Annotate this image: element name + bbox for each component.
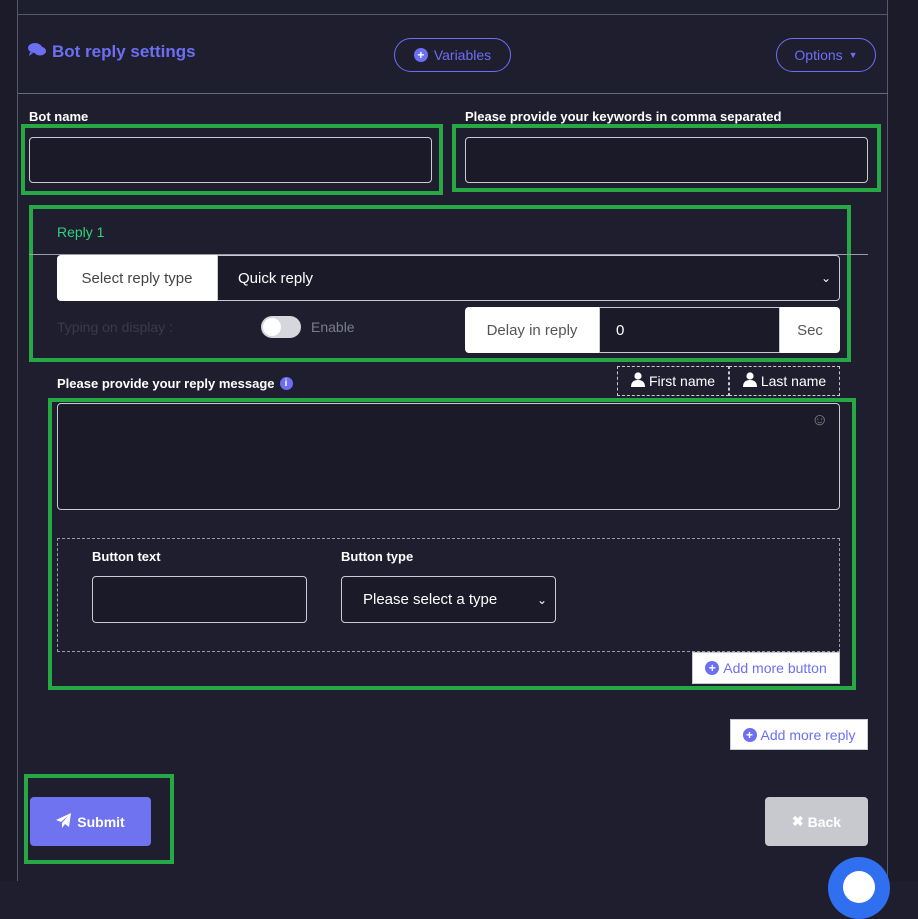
options-dropdown-button[interactable]: Options ▼ xyxy=(776,38,876,72)
first-name-label: First name xyxy=(648,373,716,389)
reply-type-value: Quick reply xyxy=(238,269,314,287)
submit-label: Submit xyxy=(77,813,125,830)
typing-toggle[interactable] xyxy=(261,316,301,338)
first-name-button[interactable]: First name xyxy=(617,366,729,396)
button-type-label: Button type xyxy=(341,549,414,564)
top-divider xyxy=(18,14,888,15)
reply-message-textarea[interactable] xyxy=(57,403,840,510)
bot-name-input[interactable] xyxy=(29,137,432,183)
options-label: Options xyxy=(794,47,843,63)
reply-type-addon: Select reply type xyxy=(57,255,217,301)
page-title-text: Bot reply settings xyxy=(52,42,196,61)
user-icon xyxy=(630,372,645,390)
bot-name-label: Bot name xyxy=(29,109,89,124)
button-text-label: Button text xyxy=(92,549,161,564)
reply-type-select[interactable]: Quick reply ⌄ xyxy=(217,255,840,301)
plus-circle-icon: + xyxy=(705,661,720,675)
submit-button[interactable]: Submit xyxy=(30,797,151,846)
chat-widget-inner xyxy=(843,871,875,903)
button-type-select[interactable]: Please select a type ⌄ xyxy=(341,576,556,623)
chevron-down-icon: ⌄ xyxy=(820,271,831,285)
toggle-knob xyxy=(263,318,281,336)
button-type-value: Please select a type xyxy=(363,591,498,608)
back-button[interactable]: ✖ Back xyxy=(765,797,868,846)
add-more-reply-label: Add more reply xyxy=(760,726,856,743)
emoji-picker-icon[interactable]: ☺ xyxy=(811,410,828,430)
chat-widget-icon[interactable] xyxy=(828,857,890,919)
info-icon[interactable]: i xyxy=(279,377,293,390)
reply-title: Reply 1 xyxy=(57,224,105,240)
delay-unit-addon: Sec xyxy=(780,307,840,353)
right-sidebar-strip xyxy=(887,0,918,881)
keywords-label: Please provide your keywords in comma se… xyxy=(465,109,782,124)
reply-message-label-wrap: Please provide your reply message i xyxy=(57,376,293,391)
add-more-button-label: Add more button xyxy=(723,660,827,676)
page-title: Bot reply settings xyxy=(28,42,196,62)
plus-circle-icon: + xyxy=(742,727,757,742)
add-more-reply-button[interactable]: + Add more reply xyxy=(730,719,868,750)
chevron-down-icon: ⌄ xyxy=(536,592,547,607)
keywords-input[interactable] xyxy=(465,137,868,183)
paper-plane-icon xyxy=(56,812,72,831)
left-sidebar-strip xyxy=(0,0,18,881)
variables-label: Variables xyxy=(433,47,492,63)
header-divider xyxy=(18,93,888,94)
button-text-input[interactable] xyxy=(92,576,307,623)
plus-circle-icon: + xyxy=(413,48,428,62)
reply-message-label: Please provide your reply message xyxy=(57,376,275,391)
delay-addon: Delay in reply xyxy=(465,307,599,353)
user-icon xyxy=(742,372,757,390)
delay-input[interactable]: 0 xyxy=(599,307,780,353)
typing-toggle-label: Enable xyxy=(311,319,355,335)
typing-display-label: Typing on display : xyxy=(57,319,173,335)
variables-button[interactable]: + Variables xyxy=(394,38,511,72)
comments-icon xyxy=(28,42,46,62)
caret-down-icon: ▼ xyxy=(848,50,858,60)
last-name-label: Last name xyxy=(760,373,827,389)
add-more-button[interactable]: + Add more button xyxy=(692,652,840,684)
last-name-button[interactable]: Last name xyxy=(729,366,840,396)
back-label: Back xyxy=(807,813,842,830)
close-icon: ✖ xyxy=(791,813,804,829)
